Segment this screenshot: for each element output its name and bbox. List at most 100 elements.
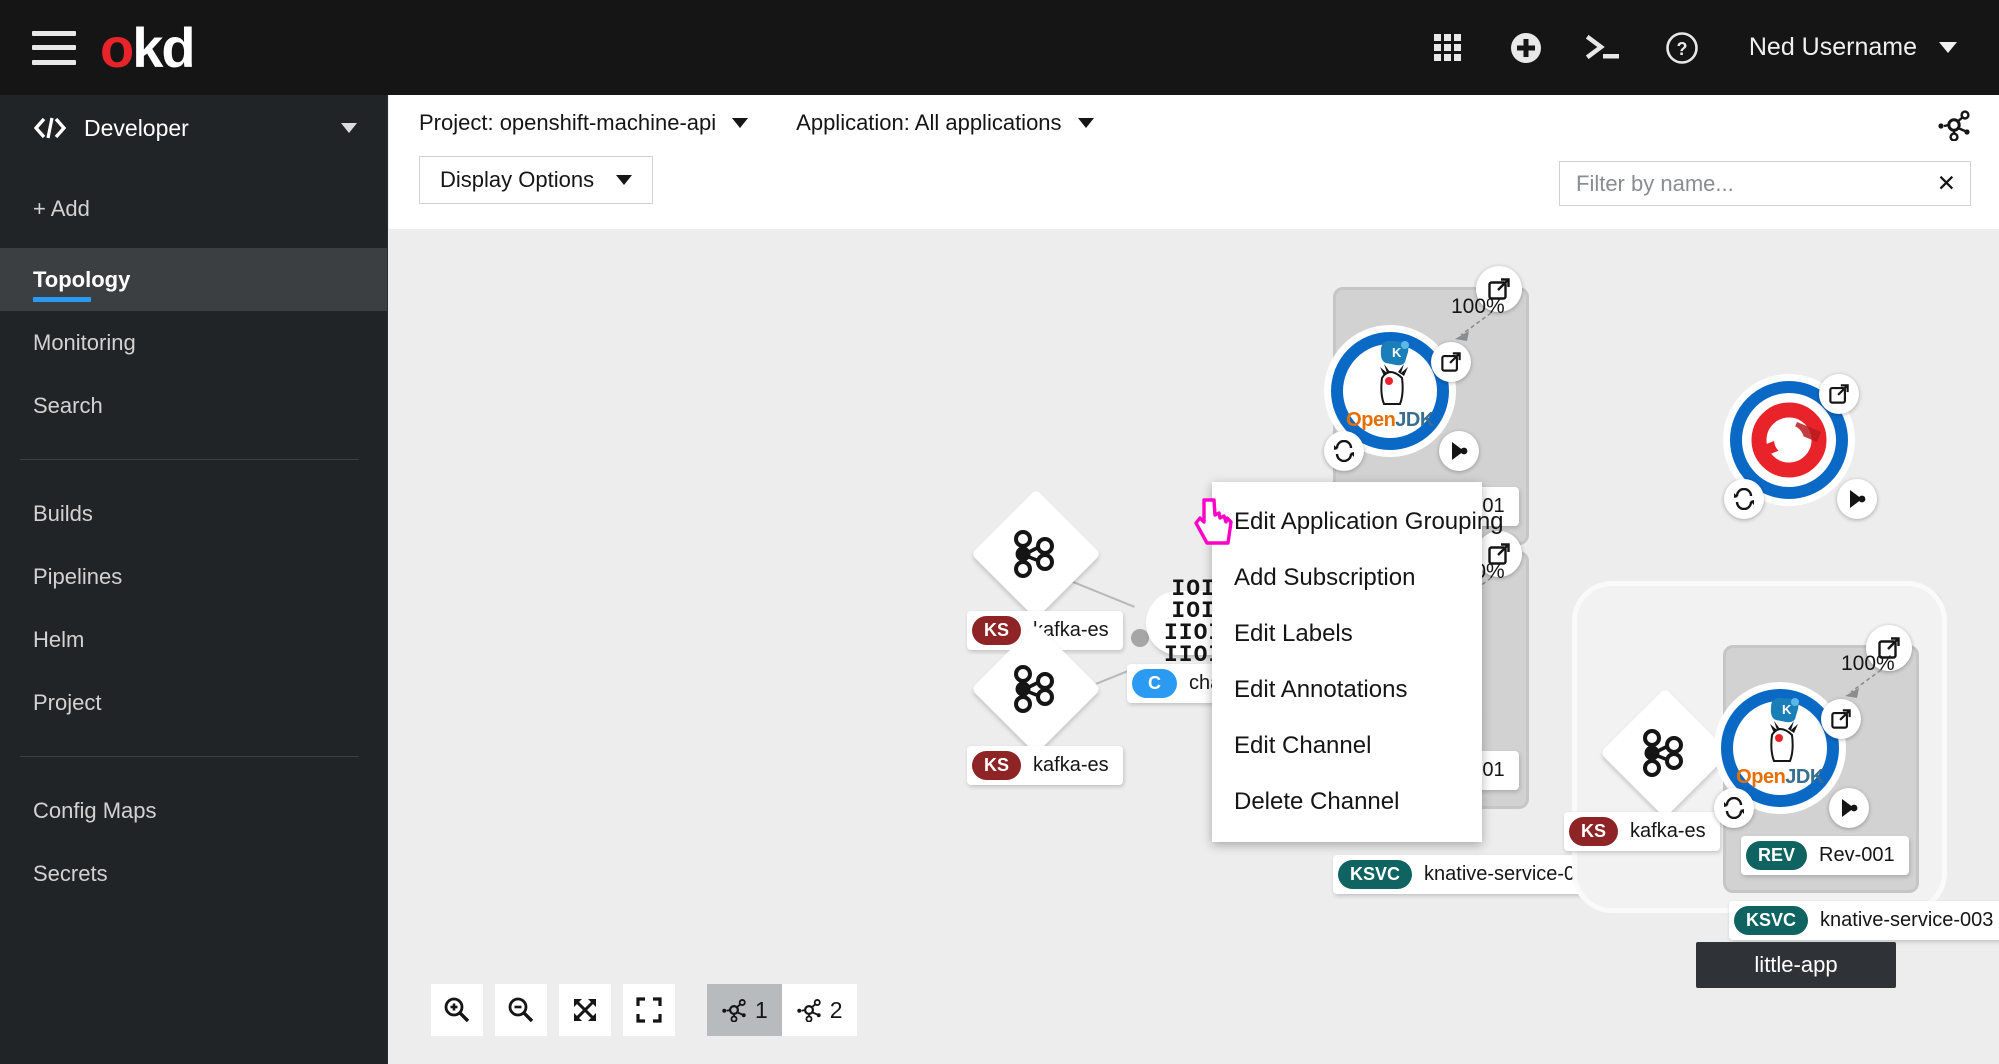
node-label-text: kafka-es: [1033, 754, 1109, 776]
node-label-ksvc-002[interactable]: KSVC knative-service-002: [1333, 855, 1612, 894]
menu-item-edit-application-grouping[interactable]: Edit Application Grouping: [1212, 494, 1504, 550]
display-options-button[interactable]: Display Options: [419, 156, 654, 204]
sidebar-item-pipelines[interactable]: Pipelines: [0, 545, 387, 608]
node-label-kafka-es-3[interactable]: KS kafka-es: [1564, 812, 1720, 851]
project-selector[interactable]: Project: openshift-machine-api: [419, 110, 749, 136]
close-icon[interactable]: ✕: [1927, 172, 1956, 195]
svg-text:K: K: [1392, 345, 1402, 360]
user-menu-label[interactable]: Ned Username: [1749, 33, 1917, 62]
node-label-rev-001-c[interactable]: REV Rev-001: [1741, 836, 1909, 875]
badge-ksvc: KSVC: [1338, 860, 1413, 889]
menu-item-edit-channel[interactable]: Edit Channel: [1212, 718, 1482, 774]
terminal-icon[interactable]: [1565, 18, 1643, 78]
external-link-icon-rev-001-a[interactable]: [1431, 342, 1471, 382]
perspective-label: Developer: [84, 114, 189, 141]
content-area: Project: openshift-machine-api Applicati…: [389, 95, 1999, 1064]
magnifier-minus-icon: [508, 997, 534, 1023]
search-input[interactable]: [1574, 169, 1927, 198]
node-kafka-es-1[interactable]: [970, 488, 1102, 620]
okd-logo[interactable]: o kd: [100, 15, 196, 79]
openjdk-logo: OpenJDK: [1733, 719, 1827, 789]
masthead-actions: ? Ned Username: [1409, 18, 1965, 78]
duke-mascot-icon: [1770, 721, 1798, 762]
filter-by-name-box: ✕: [1559, 161, 1971, 206]
menu-item-add-subscription[interactable]: Add Subscription: [1212, 550, 1482, 606]
external-link-icon-rev-001-c[interactable]: [1821, 699, 1861, 739]
layout-toggle-1[interactable]: 1: [707, 984, 782, 1036]
context-menu: Edit Application Grouping Add Subscripti…: [1212, 482, 1504, 842]
refresh-icon-ksvc-003[interactable]: [1714, 788, 1754, 828]
project-chevron-down-icon: [732, 118, 749, 128]
layout-toggle-2-label: 2: [829, 996, 843, 1023]
refresh-icon-ksvc-001[interactable]: [1324, 431, 1364, 471]
applications-grid-icon[interactable]: [1409, 18, 1487, 78]
plus-circle-icon[interactable]: [1487, 18, 1565, 78]
openshift-logo-icon: [1751, 402, 1827, 483]
expand-arrows-icon: [574, 999, 596, 1021]
topology-canvas[interactable]: KS kafka-es KS kafka-es IOIO IOIO IIOII …: [389, 229, 1999, 1064]
badge-ks: KS: [1569, 817, 1619, 846]
masthead: o kd ? Ned Username: [0, 0, 1999, 95]
sidebar: Developer + Add Topology Monitoring Sear…: [0, 95, 388, 1064]
project-selector-label: Project: openshift-machine-api: [419, 110, 717, 135]
openjdk-wordmark: OpenJDK: [1346, 409, 1434, 431]
menu-item-delete-channel[interactable]: Delete Channel: [1212, 774, 1482, 830]
build-status-icon-sdn-controller[interactable]: [1837, 479, 1877, 519]
help-circle-icon[interactable]: ?: [1643, 18, 1721, 78]
application-chevron-down-icon: [1077, 118, 1094, 128]
application-selector-label: Application: All applications: [796, 110, 1062, 135]
badge-c: C: [1132, 669, 1177, 698]
sidebar-item-monitoring[interactable]: Monitoring: [0, 311, 387, 374]
kafka-icon: [1010, 528, 1062, 580]
sidebar-item-topology[interactable]: Topology: [0, 248, 387, 311]
openjdk-logo: OpenJDK: [1343, 362, 1437, 432]
badge-ksvc: KSVC: [1734, 906, 1809, 935]
kafka-icon: [1639, 727, 1691, 779]
code-icon: [34, 116, 66, 140]
sidebar-item-builds[interactable]: Builds: [0, 482, 387, 545]
menu-item-edit-labels[interactable]: Edit Labels: [1212, 606, 1482, 662]
display-options-chevron-down-icon: [616, 175, 633, 185]
sidebar-item-config-maps[interactable]: Config Maps: [0, 779, 387, 842]
menu-item-edit-annotations[interactable]: Edit Annotations: [1212, 662, 1482, 718]
sidebar-item-project[interactable]: Project: [0, 671, 387, 734]
sidebar-item-helm[interactable]: Helm: [0, 608, 387, 671]
topology-icon-1: [722, 999, 746, 1022]
svg-text:K: K: [1782, 702, 1792, 717]
node-label-ksvc-003[interactable]: KSVC knative-service-003: [1729, 901, 1999, 940]
sidebar-item-search[interactable]: Search: [0, 374, 387, 437]
topology-view-controls: 1 2: [431, 984, 857, 1036]
knative-badge-icon: K: [1768, 695, 1802, 725]
application-group-label[interactable]: little-app: [1696, 942, 1896, 988]
logo-o: o: [100, 15, 134, 79]
topology-view-icon[interactable]: [1937, 109, 1971, 146]
layout-toggle-2[interactable]: 2: [781, 984, 857, 1036]
topology-icon-2: [797, 999, 821, 1022]
sidebar-divider-2: [20, 756, 359, 757]
fit-to-screen-button[interactable]: [559, 984, 611, 1036]
topology-layout-toggle-group: 1 2: [707, 984, 857, 1036]
topology-toolbar: Display Options ✕: [389, 151, 1999, 226]
node-label-kafka-es-2[interactable]: KS kafka-es: [967, 746, 1123, 785]
application-selector[interactable]: Application: All applications: [796, 110, 1094, 136]
build-status-icon-ksvc-001[interactable]: [1439, 431, 1479, 471]
node-label-text: kafka-es: [1630, 820, 1706, 842]
hamburger-icon[interactable]: [32, 30, 76, 65]
duke-mascot-icon: [1380, 364, 1408, 405]
build-status-icon-ksvc-003[interactable]: [1829, 788, 1869, 828]
external-link-icon-sdn-controller[interactable]: [1819, 374, 1859, 414]
zoom-out-button[interactable]: [495, 984, 547, 1036]
perspective-switcher[interactable]: Developer: [0, 95, 387, 161]
zoom-in-button[interactable]: [431, 984, 483, 1036]
kafka-icon: [1010, 663, 1062, 715]
svg-text:?: ?: [1676, 39, 1687, 59]
refresh-icon-sdn-controller[interactable]: [1724, 479, 1764, 519]
reset-view-button[interactable]: [623, 984, 675, 1036]
user-menu-chevron-down-icon[interactable]: [1939, 42, 1957, 53]
sidebar-item-add[interactable]: + Add: [0, 177, 387, 240]
badge-ks: KS: [972, 751, 1022, 780]
sidebar-item-secrets[interactable]: Secrets: [0, 842, 387, 905]
openjdk-wordmark: OpenJDK: [1736, 766, 1824, 788]
perspective-chevron-down-icon[interactable]: [341, 123, 357, 133]
logo-kd: kd: [132, 15, 195, 79]
